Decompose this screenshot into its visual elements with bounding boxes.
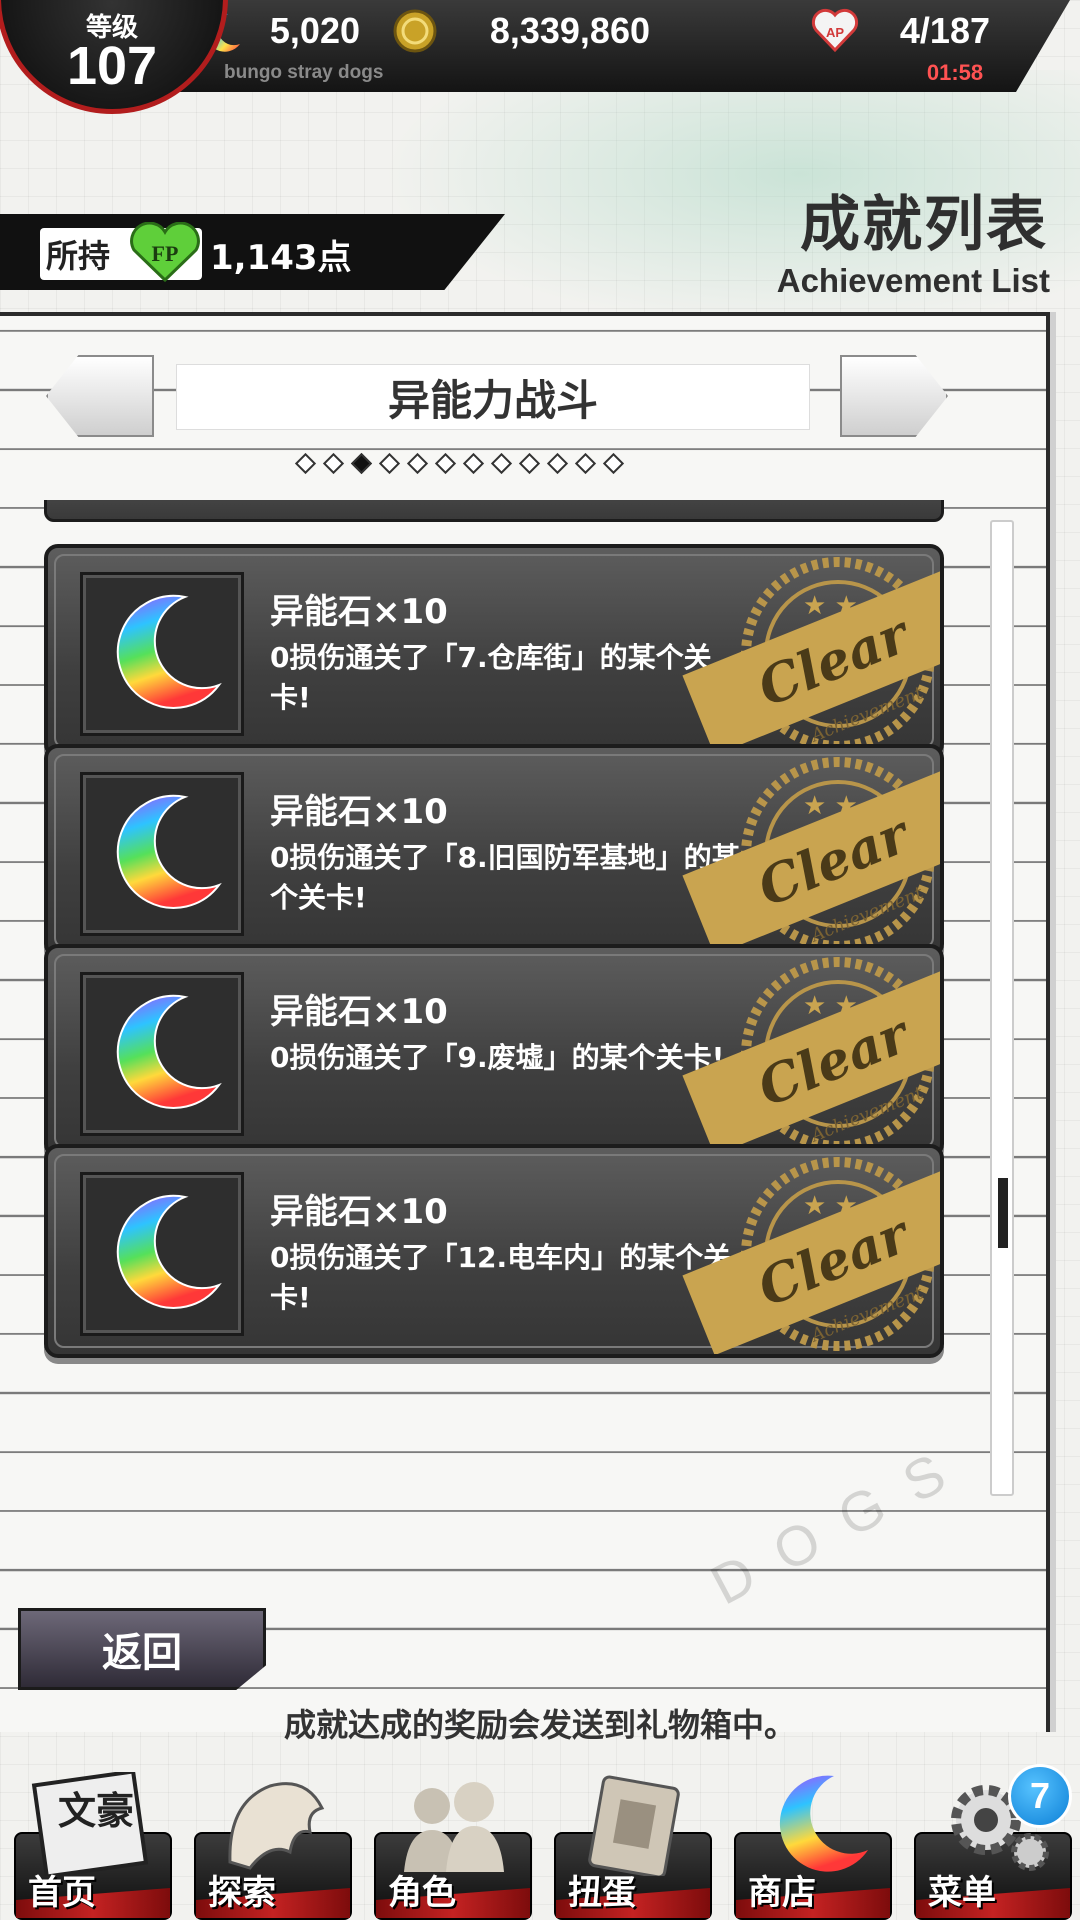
nav-item[interactable]: 角色 — [368, 1770, 538, 1920]
characters-icon — [390, 1772, 516, 1880]
reward-icon-frame — [80, 1172, 244, 1336]
brand-subtitle: bungo stray dogs — [224, 62, 384, 83]
achievement-reward: 异能石×10 — [270, 792, 448, 832]
menu-notification-badge: 7 — [1008, 1764, 1072, 1828]
page-dot[interactable] — [294, 452, 317, 475]
nav-item[interactable]: 扭蛋 — [548, 1770, 718, 1920]
reward-icon-frame — [80, 572, 244, 736]
achievement-card[interactable]: 异能石×10 0损伤通关了「9.废墟」的某个关卡! ★ ★ ★ Clear Ac… — [44, 944, 944, 1158]
page-dot[interactable] — [518, 452, 541, 475]
status-bar: 5,020 8,339,860 AP 4/187 bungo stray dog… — [170, 0, 1070, 92]
page-dot[interactable] — [546, 452, 569, 475]
achievement-reward: 异能石×10 — [270, 992, 448, 1032]
page-title: 成就列表 — [800, 190, 1048, 260]
list-scrollbar[interactable] — [990, 520, 1014, 1496]
book-icon — [570, 1772, 696, 1880]
nav-item[interactable]: 探索 — [188, 1770, 358, 1920]
nav-item-label: 探索 — [208, 1873, 276, 1913]
nav-item[interactable]: 商店 — [728, 1770, 898, 1920]
bottom-nav: 文豪 首页 探索 角色 扭蛋 商店 菜单 — [0, 1769, 1080, 1920]
nav-item-label: 菜单 — [928, 1873, 996, 1913]
crescent-stone-icon — [116, 1194, 222, 1309]
ap-timer: 01:58 — [926, 60, 984, 85]
achievement-reward: 异能石×10 — [270, 592, 448, 632]
ap-count: 4/187 — [899, 10, 990, 51]
fp-heart-icon: FP — [130, 222, 200, 283]
page-dot[interactable] — [434, 452, 457, 475]
page-dot[interactable] — [462, 452, 485, 475]
ap-heart-icon: AP — [811, 8, 859, 53]
reward-note: 成就达成的奖励会发送到礼物箱中。 — [283, 1706, 796, 1744]
achievement-description: 0损伤通关了「7.仓库街」的某个关卡! — [270, 641, 712, 714]
achievement-card-partial — [44, 500, 944, 522]
achievement-description: 0损伤通关了「9.废墟」的某个关卡! — [270, 1041, 725, 1074]
achievement-description: 0损伤通关了「12.电车内」的某个关卡! — [270, 1241, 732, 1314]
crescent-stone-icon — [116, 594, 222, 709]
nav-item-label: 角色 — [388, 1873, 456, 1913]
nav-item-label: 扭蛋 — [568, 1873, 636, 1913]
level-value: 107 — [66, 36, 158, 96]
level-badge[interactable]: 等级 107 — [0, 0, 228, 114]
achievement-list[interactable]: 异能石×10 0损伤通关了「7.仓库街」的某个关卡! ★ ★ ★ Clear A… — [44, 500, 944, 1500]
page-dot[interactable] — [406, 452, 429, 475]
home-emblem-icon: 文豪 — [30, 1769, 156, 1880]
back-button[interactable]: 返回 — [18, 1608, 266, 1690]
ap-icon-text: AP — [826, 25, 844, 40]
category-page-indicator — [294, 452, 625, 475]
achievement-description: 0损伤通关了「8.旧国防军基地」的某个关卡! — [270, 841, 740, 914]
crescent-stone-icon — [116, 794, 222, 909]
nav-item-label: 商店 — [748, 1873, 816, 1913]
page-dot[interactable] — [602, 452, 625, 475]
page-dot[interactable] — [574, 452, 597, 475]
crescent-stone-icon — [750, 1772, 876, 1880]
page-dot[interactable] — [378, 452, 401, 475]
home-emblem-text: 文豪 — [58, 1789, 134, 1833]
category-title: 异能力战斗 — [176, 364, 810, 430]
achievement-reward: 异能石×10 — [270, 1192, 448, 1232]
page-dot[interactable] — [490, 452, 513, 475]
nav-item-label: 首页 — [28, 1873, 96, 1913]
tiger-icon — [210, 1772, 336, 1880]
reward-icon-frame — [80, 972, 244, 1136]
page-subtitle: Achievement List — [776, 262, 1050, 299]
nav-item[interactable]: 文豪 首页 — [8, 1769, 178, 1920]
page-dot[interactable] — [322, 452, 345, 475]
achievement-card[interactable]: 异能石×10 0损伤通关了「8.旧国防军基地」的某个关卡! ★ ★ ★ Clea… — [44, 744, 944, 958]
scrollbar-thumb[interactable] — [998, 1178, 1008, 1248]
fp-icon-text: FP — [152, 241, 179, 266]
achievement-card[interactable]: 异能石×10 0损伤通关了「7.仓库街」的某个关卡! ★ ★ ★ Clear A… — [44, 544, 944, 758]
achievement-card[interactable]: 异能石×10 0损伤通关了「12.电车内」的某个关卡! ★ ★ ★ Clear … — [44, 1144, 944, 1358]
stone-count: 5,020 — [269, 10, 360, 51]
coin-count: 8,339,860 — [489, 10, 650, 51]
reward-icon-frame — [80, 772, 244, 936]
points-value: 1,143点 — [210, 238, 352, 278]
crescent-stone-icon — [116, 994, 222, 1109]
page-dot[interactable] — [350, 452, 373, 475]
